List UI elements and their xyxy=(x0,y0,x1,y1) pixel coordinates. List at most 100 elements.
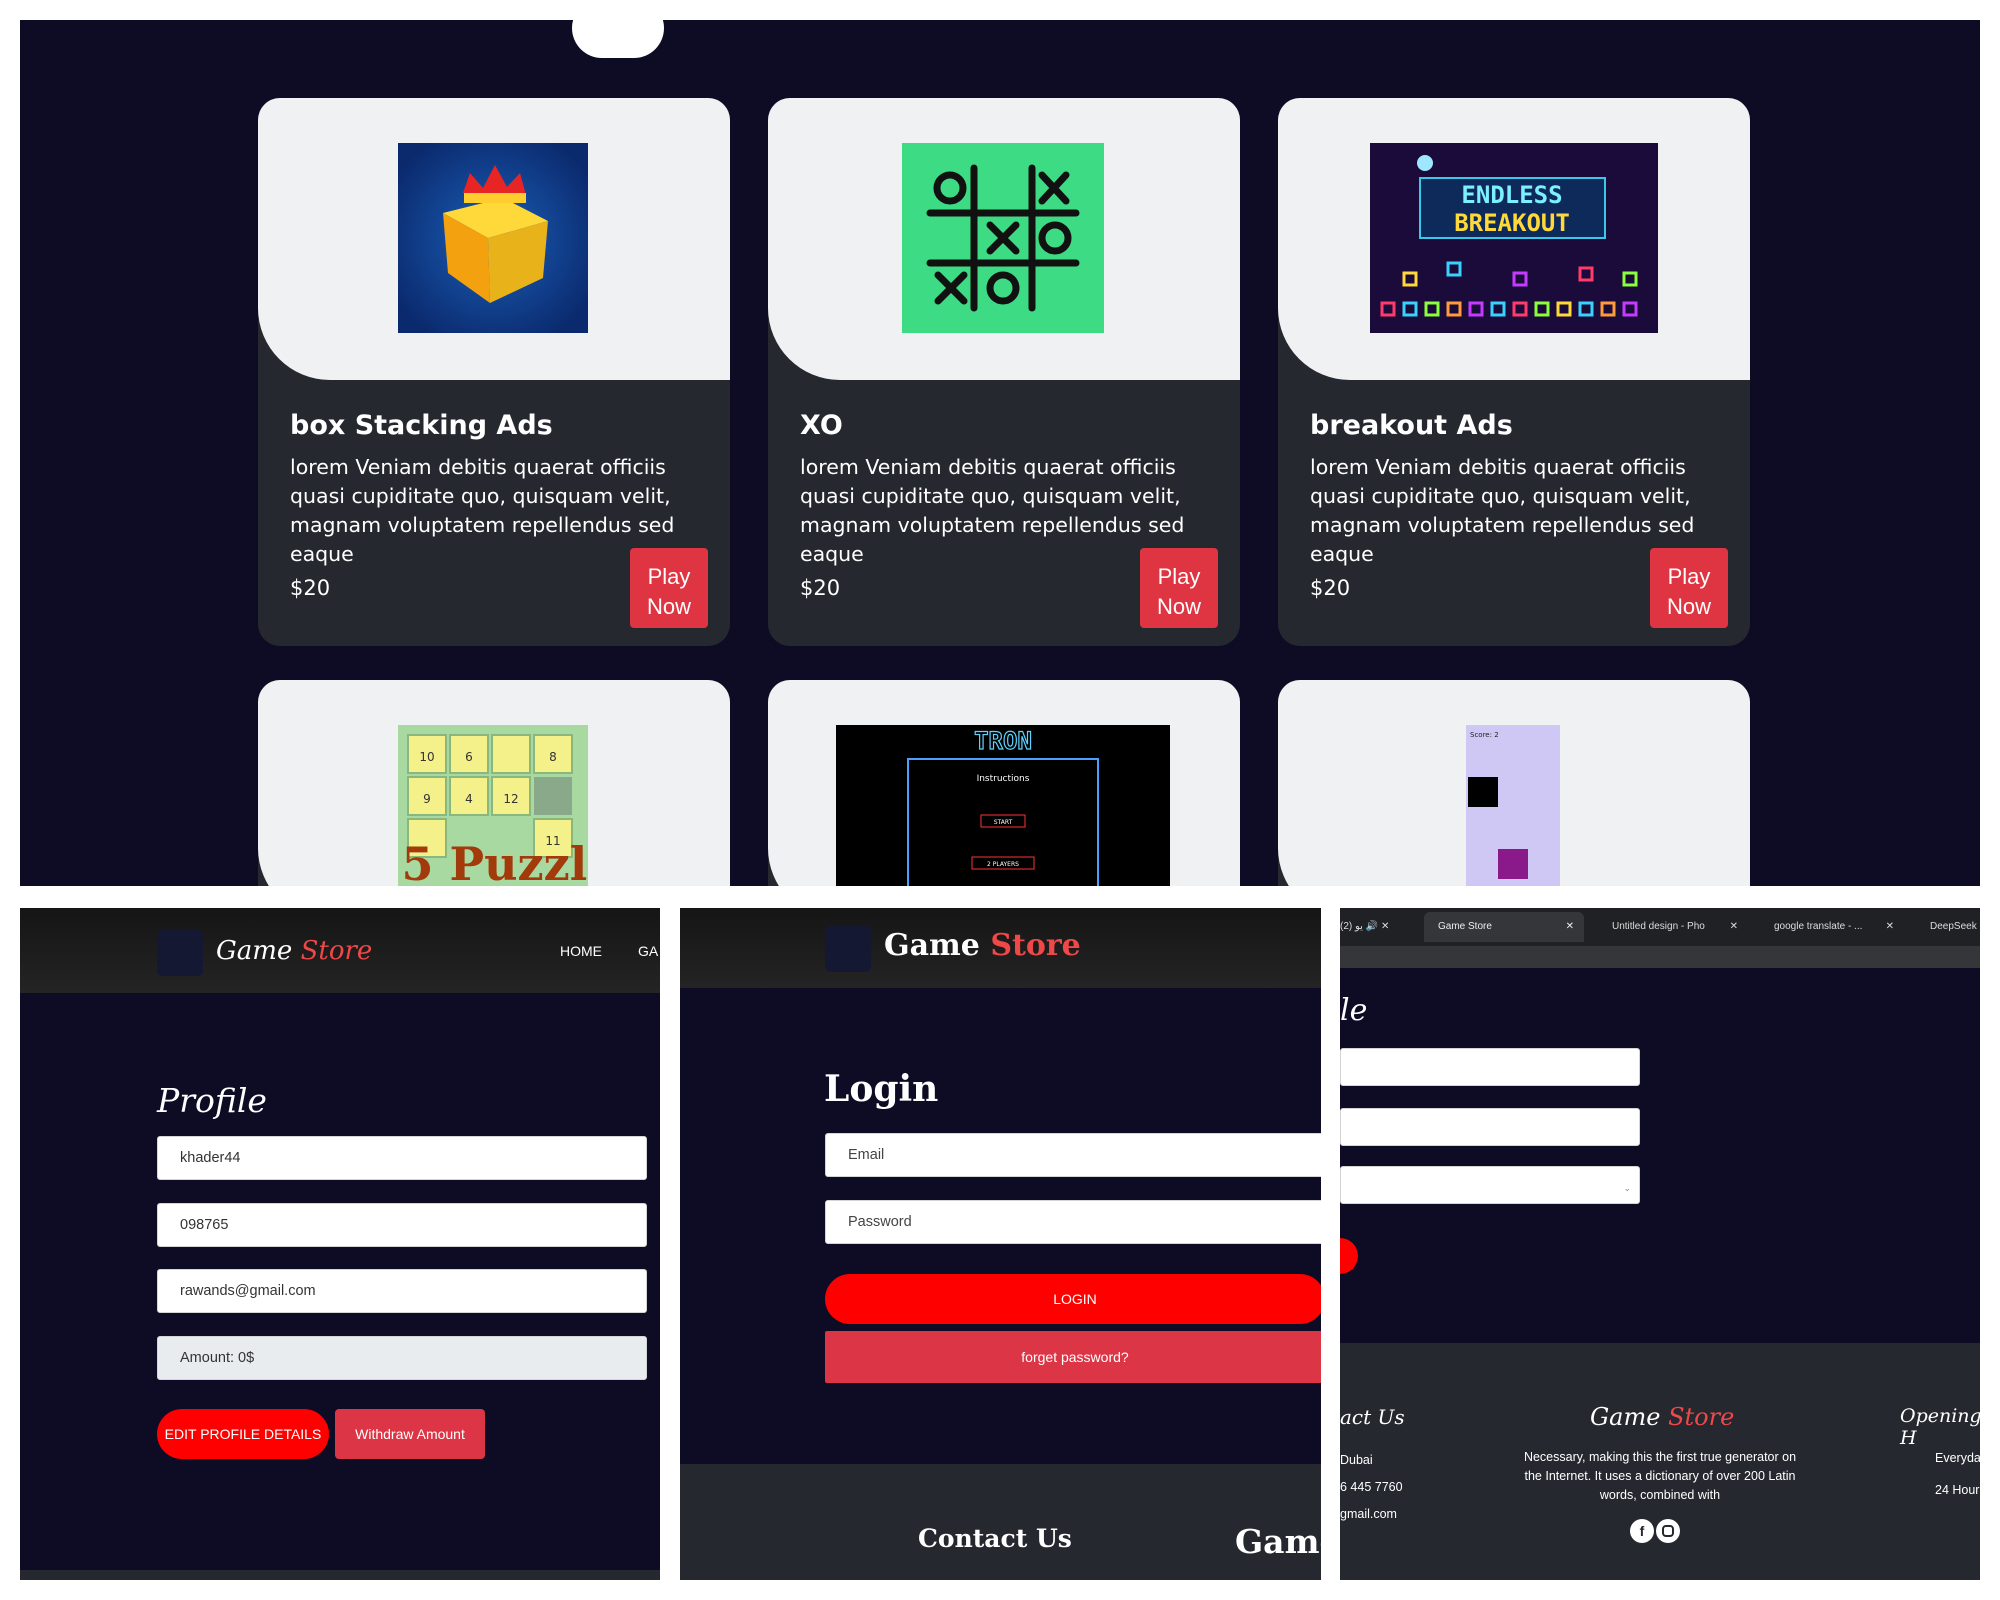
box-stacking-thumbnail[interactable] xyxy=(398,143,588,333)
profile-field[interactable] xyxy=(1340,1048,1640,1086)
tron-thumbnail[interactable]: TRON Instructions START 2 PLAYERS xyxy=(836,725,1170,886)
logo-icon[interactable] xyxy=(825,926,871,972)
game-price: $20 xyxy=(800,576,841,600)
footer-brand: Game xyxy=(1235,1522,1321,1561)
tab-close-icon[interactable]: ✕ xyxy=(1730,912,1738,942)
profile-panel: Game Store HOME GA Profile khader44 0987… xyxy=(20,908,660,1580)
footer-phone: 6 445 7760 xyxy=(1340,1480,1403,1494)
game-card: 10 6 8 9 4 12 11 15 Puzzle xyxy=(258,680,730,886)
footer: Contact Us Game xyxy=(680,1464,1321,1580)
puzzle-tile: 10 xyxy=(419,750,434,764)
category-pill[interactable] xyxy=(572,20,664,58)
browser-tab[interactable]: Untitled design - Pho ✕ xyxy=(1590,912,1746,942)
footer-hours: 24 Hour xyxy=(1935,1483,1980,1497)
page-title: Profile xyxy=(157,1081,267,1120)
navbar: Game Store HOME GA xyxy=(20,908,660,993)
password-input[interactable]: Password xyxy=(825,1200,1321,1244)
brand-logo[interactable]: Game Store xyxy=(216,936,372,966)
brand-name: Game xyxy=(884,928,980,963)
game-image-area: 10 6 8 9 4 12 11 15 Puzzle xyxy=(258,680,730,886)
score-label: Score: 2 xyxy=(1470,731,1499,739)
page-title: Login xyxy=(824,1068,939,1110)
game-image-area xyxy=(258,98,730,380)
logo-icon[interactable] xyxy=(157,930,203,976)
tron-two-players: 2 PLAYERS xyxy=(987,861,1019,868)
jump-game-thumbnail[interactable]: Score: 2 xyxy=(1466,725,1560,886)
page-title: le xyxy=(1340,993,1368,1028)
puzzle-tile: 4 xyxy=(465,792,473,806)
forgot-password-button[interactable]: forget password? xyxy=(825,1331,1321,1383)
game-card: box Stacking Ads lorem Veniam debitis qu… xyxy=(258,98,730,646)
play-now-button[interactable]: Play Now xyxy=(630,548,708,628)
browser-tab[interactable]: يو (2) 🔊 ✕ xyxy=(1340,914,1420,940)
game-card: ENDLESS BREAKOUT breakout Ads lorem Veni… xyxy=(1278,98,1750,646)
username-field[interactable]: khader44 xyxy=(157,1136,647,1180)
brand-accent: Store xyxy=(1668,1403,1735,1431)
footer-everyday: Everyda xyxy=(1935,1451,1980,1465)
red-button[interactable] xyxy=(1340,1238,1358,1274)
tab-close-icon[interactable]: ✕ xyxy=(1886,912,1894,942)
tron-instructions: Instructions xyxy=(977,774,1030,784)
login-button[interactable]: LOGIN xyxy=(825,1274,1321,1324)
svg-text:ENDLESS: ENDLESS xyxy=(1461,181,1562,209)
tab-label: Untitled design - Pho xyxy=(1612,921,1705,932)
games-grid-panel: box Stacking Ads lorem Veniam debitis qu… xyxy=(20,20,1980,886)
brand-name: Game xyxy=(216,936,293,966)
puzzle-tile: 12 xyxy=(503,792,518,806)
puzzle-tile: 9 xyxy=(423,792,431,806)
tron-title: TRON xyxy=(974,727,1032,755)
footer-opening-heading: Opening H xyxy=(1900,1405,1980,1449)
browser-tab[interactable]: google translate - ... ✕ xyxy=(1752,912,1902,942)
tab-close-icon[interactable]: ✕ xyxy=(1566,912,1574,942)
game-card: TRON Instructions START 2 PLAYERS xyxy=(768,680,1240,886)
game-image-area: TRON Instructions START 2 PLAYERS xyxy=(768,680,1240,886)
nav-home[interactable]: HOME xyxy=(560,943,602,959)
game-price: $20 xyxy=(290,576,331,600)
facebook-icon[interactable]: f xyxy=(1630,1519,1654,1543)
tic-tac-toe-thumbnail[interactable] xyxy=(902,143,1104,333)
play-now-button[interactable]: Play Now xyxy=(1650,548,1728,628)
puzzle-logo-text: 15 Puzzle xyxy=(398,837,588,886)
game-image-area: ENDLESS BREAKOUT xyxy=(1278,98,1750,380)
game-image-area: Score: 2 xyxy=(1278,680,1750,886)
browser-panel: يو (2) 🔊 ✕ Game Store ✕ Untitled design -… xyxy=(1340,908,1980,1580)
edit-profile-button[interactable]: EDIT PROFILE DETAILS xyxy=(157,1409,329,1459)
tron-start: START xyxy=(994,819,1013,826)
15-puzzle-thumbnail[interactable]: 10 6 8 9 4 12 11 15 Puzzle xyxy=(398,725,588,886)
navbar: Game Store xyxy=(680,908,1321,988)
game-card: Score: 2 xyxy=(1278,680,1750,886)
game-image-area xyxy=(768,98,1240,380)
tab-label: DeepSeek xyxy=(1930,921,1977,932)
game-price: $20 xyxy=(1310,576,1351,600)
tab-close-icon[interactable]: ✕ xyxy=(1381,921,1389,932)
profile-field[interactable] xyxy=(1340,1108,1640,1146)
login-panel: Game Store Login Email Password LOGIN fo… xyxy=(680,908,1321,1580)
brand-accent: Store xyxy=(300,936,373,966)
chevron-down-icon: ⌄ xyxy=(1623,1183,1631,1193)
email-input[interactable]: Email xyxy=(825,1133,1321,1177)
tab-label: يو (2) 🔊 xyxy=(1340,921,1379,932)
footer-about: Necessary, making this the first true ge… xyxy=(1523,1450,1797,1502)
svg-text:BREAKOUT: BREAKOUT xyxy=(1454,209,1570,237)
footer-contact-heading: Contact Us xyxy=(918,1524,1072,1553)
email-field[interactable]: rawands@gmail.com xyxy=(157,1269,647,1313)
nav-games[interactable]: GA xyxy=(638,943,658,959)
browser-tab[interactable]: DeepSeek xyxy=(1908,912,1980,942)
phone-field[interactable]: 098765 xyxy=(157,1203,647,1247)
footer-city: Dubai xyxy=(1340,1453,1373,1467)
browser-tab-active[interactable]: Game Store ✕ xyxy=(1424,912,1584,942)
game-title: XO xyxy=(800,410,843,441)
browser-tab-strip: يو (2) 🔊 ✕ Game Store ✕ Untitled design -… xyxy=(1340,908,1980,946)
profile-select[interactable]: ⌄ xyxy=(1340,1166,1640,1204)
tab-label: google translate - ... xyxy=(1774,921,1863,932)
browser-toolbar xyxy=(1340,946,1980,968)
endless-breakout-thumbnail[interactable]: ENDLESS BREAKOUT xyxy=(1370,143,1658,333)
instagram-icon[interactable] xyxy=(1656,1519,1680,1543)
footer: act Us Dubai 6 445 7760 gmail.com Game S… xyxy=(1340,1343,1980,1580)
footer-edge xyxy=(20,1570,660,1580)
play-now-button[interactable]: Play Now xyxy=(1140,548,1218,628)
brand-accent: Store xyxy=(990,928,1081,963)
withdraw-button[interactable]: Withdraw Amount xyxy=(335,1409,485,1459)
brand-logo[interactable]: Game Store xyxy=(884,928,1081,963)
amount-field: Amount: 0$ xyxy=(157,1336,647,1380)
